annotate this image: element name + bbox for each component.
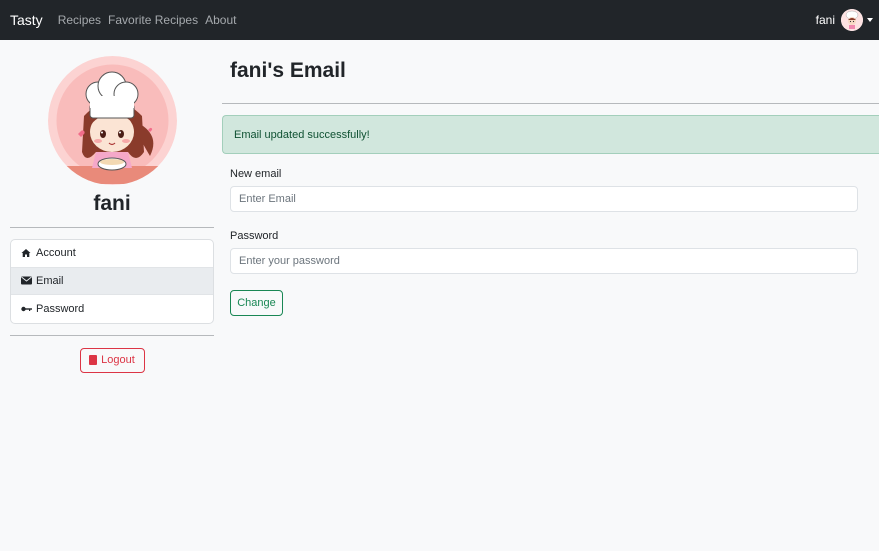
profile-name: fani — [93, 192, 131, 215]
logout-button[interactable]: Logout — [79, 347, 145, 373]
menu-item-label: Account — [36, 247, 76, 260]
menu-item-email[interactable]: Email — [11, 267, 213, 295]
password-label: Password — [230, 230, 279, 242]
menu-item-label: Email — [36, 274, 64, 287]
email-label: New email — [230, 168, 282, 180]
nav-link-about[interactable]: About — [205, 13, 236, 27]
password-input[interactable] — [230, 248, 858, 274]
nav-username: fani — [815, 13, 835, 27]
divider — [10, 334, 214, 336]
door-icon — [89, 355, 98, 365]
top-navbar: Tasty Recipes Favorite Recipes About fan… — [0, 0, 879, 40]
profile-avatar — [48, 56, 177, 185]
brand-link[interactable]: Tasty — [10, 12, 43, 28]
house-icon — [21, 248, 33, 258]
success-alert: Email updated successfully! — [222, 115, 879, 154]
divider — [10, 227, 214, 228]
email-form-group: New email — [230, 167, 858, 212]
nav-link-recipes[interactable]: Recipes — [58, 13, 101, 27]
user-menu-toggle[interactable]: fani — [816, 0, 873, 40]
divider — [222, 103, 879, 104]
user-avatar — [841, 9, 863, 31]
logout-wrapper: Logout — [10, 347, 214, 373]
logout-label: Logout — [101, 354, 135, 366]
email-input[interactable] — [230, 186, 858, 212]
menu-item-account[interactable]: Account — [11, 240, 213, 268]
change-button[interactable]: Change — [230, 290, 283, 316]
profile-sidebar: fani Account Email Password Logout — [10, 56, 214, 373]
caret-down-icon — [867, 18, 873, 22]
settings-menu: Account Email Password — [10, 239, 214, 324]
page-title: fani's Email — [230, 59, 346, 82]
menu-item-label: Password — [36, 302, 85, 315]
key-icon — [21, 306, 33, 312]
nav-link-favorite-recipes[interactable]: Favorite Recipes — [108, 13, 198, 27]
main-content: fani's Email Email updated successfully!… — [222, 40, 879, 316]
password-form-group: Password — [230, 229, 858, 274]
menu-item-password[interactable]: Password — [11, 295, 213, 323]
envelope-icon — [21, 276, 33, 285]
